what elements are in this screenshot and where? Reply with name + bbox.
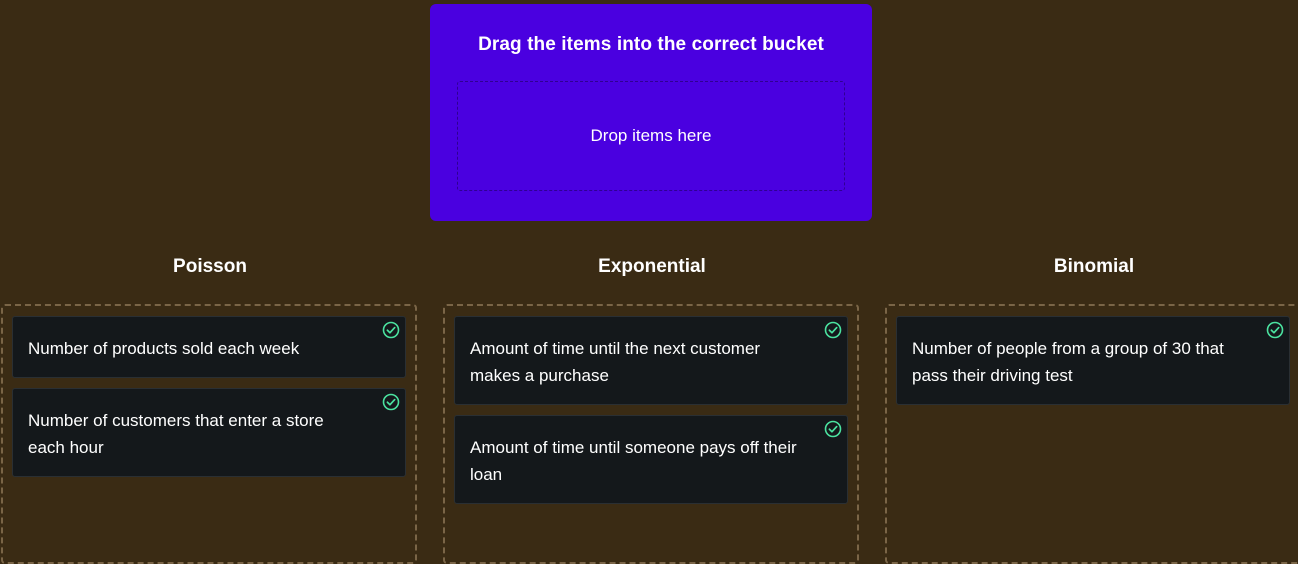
draggable-card[interactable]: Number of customers that enter a store e…: [12, 388, 406, 477]
draggable-card[interactable]: Number of products sold each week: [12, 316, 406, 378]
bucket-heading-poisson: Poisson: [173, 256, 247, 277]
bucket-heading-exponential: Exponential: [598, 256, 706, 277]
prompt-title: Drag the items into the correct bucket: [478, 34, 824, 55]
card-text: Number of products sold each week: [28, 339, 300, 358]
drop-zone-placeholder: Drop items here: [590, 126, 712, 145]
check-circle-icon: [1266, 321, 1284, 339]
bucket-heading-binomial: Binomial: [1053, 256, 1135, 277]
card-text: Number of customers that enter a store e…: [28, 411, 324, 457]
card-text: Amount of time until the next customer m…: [470, 339, 761, 385]
check-circle-icon: [382, 321, 400, 339]
bucket-binomial[interactable]: Number of people from a group of 30 that…: [885, 304, 1298, 564]
draggable-card[interactable]: Amount of time until someone pays off th…: [454, 415, 848, 504]
check-circle-icon: [382, 393, 400, 411]
bucket-exponential[interactable]: Amount of time until the next customer m…: [443, 304, 859, 564]
card-text: Amount of time until someone pays off th…: [470, 438, 797, 484]
check-circle-icon: [824, 420, 842, 438]
drop-zone[interactable]: Drop items here: [457, 81, 845, 191]
card-text: Number of people from a group of 30 that…: [912, 339, 1224, 385]
prompt-panel: Drag the items into the correct bucket D…: [430, 4, 872, 221]
bucket-poisson[interactable]: Number of products sold each week Number…: [1, 304, 417, 564]
draggable-card[interactable]: Number of people from a group of 30 that…: [896, 316, 1290, 405]
check-circle-icon: [824, 321, 842, 339]
draggable-card[interactable]: Amount of time until the next customer m…: [454, 316, 848, 405]
